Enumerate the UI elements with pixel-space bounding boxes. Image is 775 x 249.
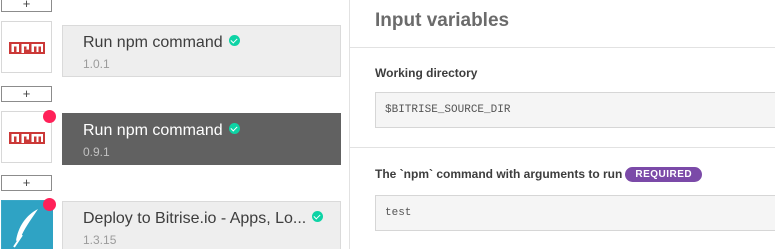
npm-command-input[interactable]: test — [375, 195, 775, 231]
field-label-working-directory: Working directory — [375, 66, 478, 80]
verified-check-icon — [228, 123, 240, 134]
section-title: Input variables — [375, 10, 510, 31]
add-step-button[interactable]: + — [1, 86, 52, 102]
add-step-button[interactable]: + — [1, 0, 52, 12]
input-variables-panel: Input variables Working directory $BITRI… — [350, 0, 775, 249]
add-step-button[interactable]: + — [1, 175, 52, 191]
workflow-steps-panel: + Run npm command 1.0.1 + Run npm comman… — [0, 0, 350, 249]
alert-dot-icon — [43, 198, 56, 211]
step-title: Run npm command — [83, 34, 240, 52]
verified-check-icon — [312, 211, 324, 222]
step-title: Run npm command — [83, 122, 240, 140]
step-version: 1.0.1 — [83, 57, 110, 71]
npm-logo-icon[interactable] — [1, 21, 52, 73]
step-card-run-npm-command-1[interactable]: Run npm command 1.0.1 — [62, 25, 341, 77]
step-card-deploy-to-bitrise[interactable]: Deploy to Bitrise.io - Apps, Lo... 1.3.1… — [62, 201, 341, 249]
step-version: 1.3.15 — [83, 233, 117, 247]
divider — [350, 47, 775, 48]
step-card-run-npm-command-2[interactable]: Run npm command 0.9.1 — [62, 113, 341, 165]
step-version: 0.9.1 — [83, 145, 110, 159]
verified-check-icon — [228, 35, 240, 46]
step-title: Deploy to Bitrise.io - Apps, Lo... — [83, 210, 324, 228]
working-directory-input[interactable]: $BITRISE_SOURCE_DIR — [375, 92, 775, 128]
required-badge: REQUIRED — [625, 167, 703, 182]
field-label-npm-command: The `npm` command with arguments to run R… — [375, 167, 703, 182]
divider — [350, 147, 775, 148]
alert-dot-icon — [43, 110, 56, 123]
